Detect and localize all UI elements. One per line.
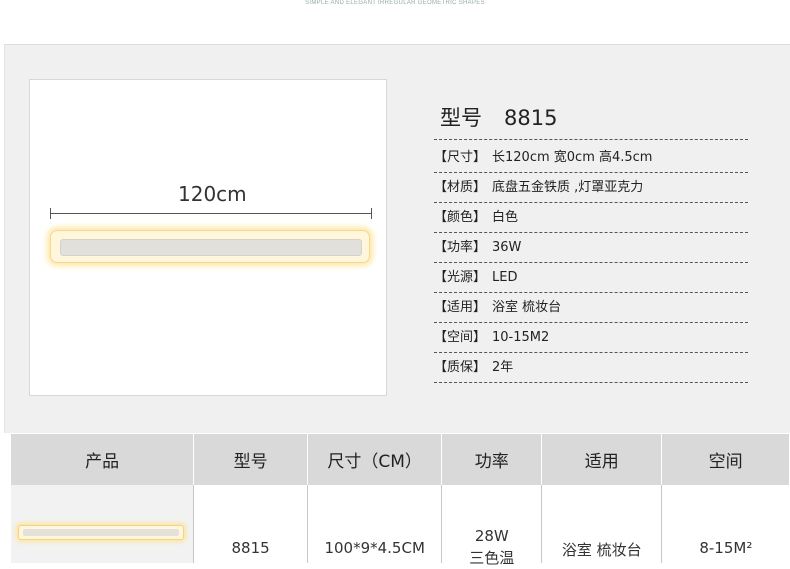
- dimension-tick-left: [50, 208, 51, 219]
- cell-size: 100*9*4.5CM: [307, 485, 442, 563]
- lamp-image: [50, 230, 370, 263]
- cell-product-image: [10, 485, 194, 563]
- cell-power: 28W 三色温: [441, 485, 542, 567]
- cell-power-line2: 三色温: [469, 549, 515, 567]
- cell-power-line1: 28W: [474, 527, 509, 545]
- cell-size-text: 100*9*4.5CM: [324, 539, 425, 557]
- spec-value: 底盘五金铁质 ,灯罩亚克力: [492, 180, 644, 195]
- model-number: 8815: [504, 106, 558, 130]
- lamp-diffuser: [60, 239, 362, 256]
- spec-row-power: 【功率】 36W: [434, 233, 748, 263]
- spec-row-color: 【颜色】 白色: [434, 203, 748, 233]
- spec-row-application: 【适用】 浴室 梳妆台: [434, 293, 748, 323]
- banner-tagline: SIMPLE AND ELEGANT IRREGULAR GEOMETRIC S…: [305, 0, 485, 6]
- spec-row-space: 【空间】 10-15M2: [434, 323, 748, 353]
- spec-value: 白色: [492, 210, 519, 225]
- table-row: 8815 100*9*4.5CM 28W 三色温 浴室 梳妆台 8-15M²: [10, 485, 790, 567]
- spec-value: 2年: [492, 360, 514, 375]
- model-label: 型号: [440, 106, 482, 130]
- header-space: 空间: [661, 434, 790, 485]
- table-header-row: 产品 型号 尺寸（CM） 功率 适用 空间: [9, 434, 790, 485]
- cell-power-text: 28W 三色温: [442, 525, 541, 569]
- spec-row-warranty: 【质保】 2年: [434, 353, 748, 383]
- cell-model-text: 8815: [231, 539, 270, 557]
- lamp-thumbnail: [17, 525, 184, 540]
- spec-value: LED: [492, 270, 518, 285]
- spec-key: 【光源】: [434, 270, 487, 285]
- spec-row-material: 【材质】 底盘五金铁质 ,灯罩亚克力: [434, 173, 748, 203]
- cell-usage: 浴室 梳妆台: [541, 485, 662, 563]
- spec-key: 【适用】: [434, 300, 487, 315]
- spec-row-size: 【尺寸】 长120cm 宽0cm 高4.5cm: [434, 143, 748, 173]
- product-table: 产品 型号 尺寸（CM） 功率 适用 空间 8815 100*9*4.5CM 2…: [9, 434, 790, 567]
- spec-value: 长120cm 宽0cm 高4.5cm: [492, 150, 653, 165]
- header-size: 尺寸（CM）: [307, 434, 443, 485]
- title-divider: [434, 139, 748, 140]
- spec-key: 【功率】: [434, 240, 487, 255]
- top-banner: SIMPLE AND ELEGANT IRREGULAR GEOMETRIC S…: [0, 0, 790, 30]
- spec-row-light-source: 【光源】 LED: [434, 263, 748, 293]
- spec-key: 【空间】: [434, 330, 487, 345]
- lamp-thumbnail-diffuser: [22, 529, 179, 536]
- spec-key: 【材质】: [434, 180, 487, 195]
- spec-key: 【颜色】: [434, 210, 487, 225]
- header-power: 功率: [441, 434, 543, 485]
- header-usage: 适用: [541, 434, 663, 485]
- spec-value: 浴室 梳妆台: [492, 300, 562, 315]
- spec-value: 10-15M2: [492, 330, 550, 345]
- cell-space-text: 8-15M²: [699, 539, 753, 557]
- header-model: 型号: [193, 434, 309, 485]
- cell-model: 8815: [193, 485, 308, 563]
- spec-key: 【质保】: [434, 360, 487, 375]
- cell-usage-text: 浴室 梳妆台: [561, 541, 642, 559]
- model-title: 型号 8815: [440, 102, 557, 132]
- header-product: 产品: [9, 434, 195, 485]
- dimension-label: 120cm: [178, 182, 247, 206]
- dimension-line: [51, 213, 372, 214]
- spec-key: 【尺寸】: [434, 150, 487, 165]
- dimension-tick-right: [371, 208, 372, 219]
- cell-space: 8-15M²: [661, 485, 790, 563]
- spec-value: 36W: [492, 240, 522, 255]
